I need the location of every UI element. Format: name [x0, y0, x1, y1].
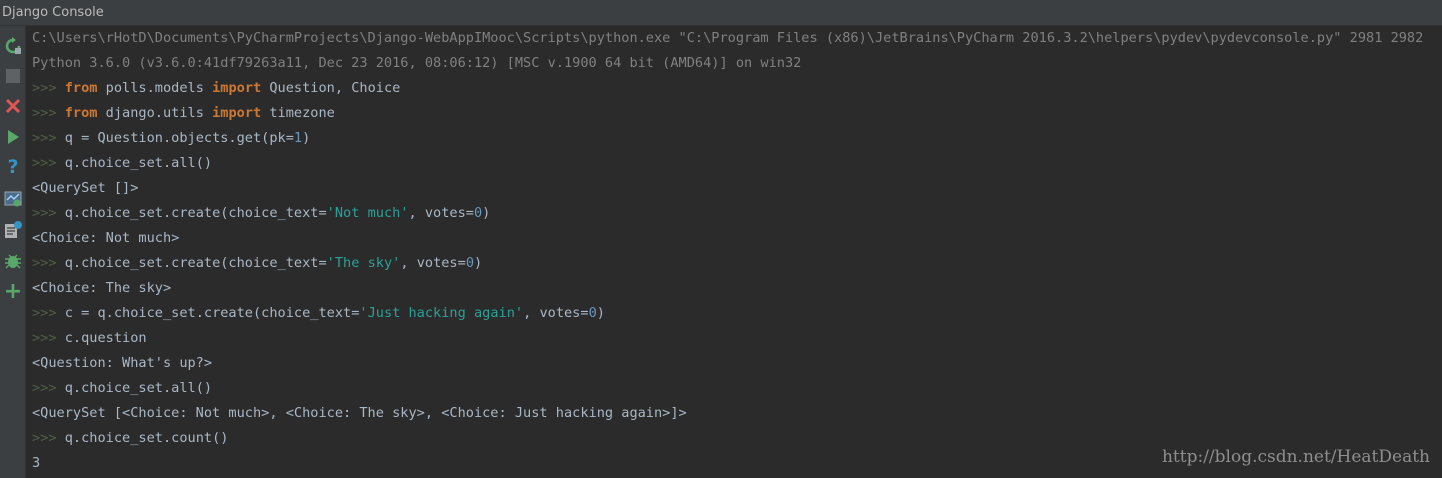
code-token: <QuerySet []>	[32, 180, 139, 196]
console-input-line: >>> c = q.choice_set.create(choice_text=…	[32, 301, 605, 326]
console-output-line: 3	[32, 451, 40, 476]
debug-icon[interactable]	[3, 251, 23, 271]
console-input-line: >>> c.question	[32, 326, 147, 351]
console-input-line: >>> q.choice_set.count()	[32, 426, 228, 451]
code-token: django.utils	[97, 105, 213, 121]
code-token: <Question: What's up?>	[32, 355, 213, 371]
watermark: http://blog.csdn.net/HeatDeath	[1161, 447, 1430, 467]
code-token: Question, Choice	[261, 80, 401, 96]
code-token: c.question	[64, 330, 147, 346]
console-output-line: <Choice: Not much>	[32, 226, 179, 251]
window-title: Django Console	[2, 5, 104, 20]
console-input-line: >>> q.choice_set.create(choice_text='The…	[32, 251, 482, 276]
console-prompt: >>>	[32, 430, 65, 446]
code-token: c = q.choice_set.create(choice_text=	[64, 305, 360, 321]
code-token: 0	[588, 305, 597, 321]
console-input-line: >>> q = Question.objects.get(pk=1)	[32, 126, 310, 151]
console-prompt: >>>	[32, 205, 65, 221]
close-icon[interactable]	[3, 96, 23, 116]
console-command-line: C:\Users\rHotD\Documents\PyCharmProjects…	[32, 30, 1424, 46]
code-token: timezone	[261, 105, 335, 121]
code-token: 'The sky'	[326, 255, 401, 271]
code-token: q.choice_set.create(choice_text=	[64, 255, 327, 271]
code-token: q.choice_set.count()	[64, 430, 229, 446]
code-token: q = Question.objects.get(pk=	[64, 130, 294, 146]
show-variables-icon[interactable]	[3, 189, 23, 209]
code-token: from	[64, 80, 98, 96]
code-token: import	[212, 105, 262, 121]
console-prompt: >>>	[32, 105, 65, 121]
code-token: 1	[293, 130, 303, 146]
stop-icon[interactable]	[3, 66, 23, 86]
code-token: <Choice: Not much>	[32, 230, 180, 246]
code-token: q.choice_set.all()	[64, 380, 213, 396]
console-output-line: <QuerySet []>	[32, 176, 138, 201]
code-token: from	[64, 105, 98, 121]
console-prompt: >>>	[32, 80, 65, 96]
console-input-line: >>> from polls.models import Question, C…	[32, 76, 400, 101]
console-prompt: >>>	[32, 380, 65, 396]
code-token: )	[302, 130, 311, 146]
console-prompt: >>>	[32, 130, 65, 146]
code-token: )	[474, 255, 483, 271]
new-console-icon[interactable]: +	[3, 281, 23, 303]
console-prompt: >>>	[32, 155, 65, 171]
code-token: polls.models	[97, 80, 213, 96]
console-prompt: >>>	[32, 330, 65, 346]
code-token: q.choice_set.create(choice_text=	[64, 205, 327, 221]
console-input-line: >>> from django.utils import timezone	[32, 101, 335, 126]
code-token: 'Just hacking again'	[359, 305, 524, 321]
console-output-line: <QuerySet [<Choice: Not much>, <Choice: …	[32, 401, 687, 426]
code-token: , votes=	[400, 255, 466, 271]
help-icon[interactable]: ?	[3, 157, 23, 177]
code-token: )	[482, 205, 491, 221]
code-token: q.choice_set.all()	[64, 155, 213, 171]
console-input-line: >>> q.choice_set.create(choice_text='Not…	[32, 201, 490, 226]
console-output-line: <Choice: The sky>	[32, 276, 171, 301]
python-version-line: Python 3.6.0 (v3.6.0:41df79263a11, Dec 2…	[32, 55, 802, 71]
code-token: 'Not much'	[326, 205, 409, 221]
run-icon[interactable]	[3, 127, 23, 147]
console-input-line: >>> q.choice_set.all()	[32, 376, 212, 401]
console-toolbar: ? +	[0, 26, 26, 478]
console-output-line: <Question: What's up?>	[32, 351, 212, 376]
code-token: <Choice: The sky>	[32, 280, 172, 296]
console-prompt: >>>	[32, 305, 65, 321]
code-token: 3	[32, 455, 41, 471]
code-token: import	[212, 80, 262, 96]
code-token: )	[596, 305, 605, 321]
code-token: 0	[473, 205, 483, 221]
code-token: <QuerySet [<Choice: Not much>, <Choice: …	[32, 405, 687, 421]
title-bar: Django Console	[0, 0, 1442, 26]
rerun-icon[interactable]	[3, 36, 23, 56]
code-token: , votes=	[523, 305, 589, 321]
console-prompt: >>>	[32, 255, 65, 271]
console-history-icon[interactable]	[3, 220, 23, 240]
console-output[interactable]: C:\Users\rHotD\Documents\PyCharmProjects…	[32, 26, 1440, 478]
code-token: 0	[465, 255, 474, 271]
code-token: , votes=	[408, 205, 474, 221]
console-input-line: >>> q.choice_set.all()	[32, 151, 212, 176]
